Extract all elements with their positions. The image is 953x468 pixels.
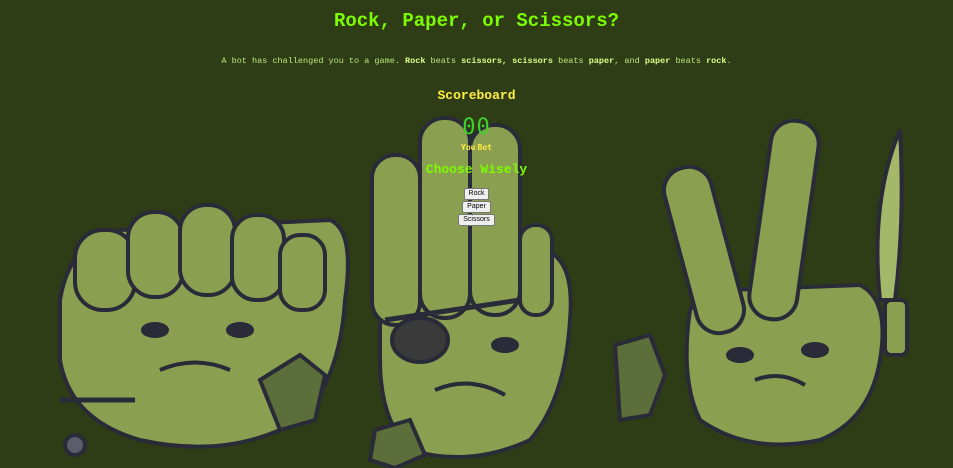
game-panel: Rock, Paper, or Scissors? A bot has chal…	[0, 0, 953, 226]
you-score: 0	[462, 115, 477, 140]
scoreboard-heading: Scoreboard	[437, 88, 516, 103]
intro-bold-paper-2: paper	[644, 56, 671, 66]
bot-label: Bot	[477, 143, 492, 152]
intro-text: A bot has challenged you to a game.	[221, 56, 406, 66]
choose-heading: Choose Wisely	[425, 162, 528, 177]
rock-fist-character	[58, 203, 350, 457]
score-values: 00	[0, 117, 953, 139]
intro-text: beats	[670, 56, 707, 66]
page-title: Rock, Paper, or Scissors?	[333, 10, 620, 32]
game-intro: A bot has challenged you to a game. Rock…	[0, 56, 953, 66]
intro-text: , and	[614, 56, 645, 66]
bot-score: 0	[476, 115, 491, 140]
intro-bold-rock-2: rock	[706, 56, 727, 66]
intro-text: beats	[553, 56, 589, 66]
intro-bold-paper: paper	[588, 56, 615, 66]
intro-text: beats	[425, 56, 462, 66]
choice-buttons: Rock Paper Scissors	[0, 188, 953, 226]
intro-bold-scissors: scissors, scissors	[461, 56, 553, 66]
score-labels: You Bot	[0, 143, 953, 152]
rock-button[interactable]: Rock	[463, 188, 490, 200]
intro-text: .	[726, 56, 732, 66]
paper-button[interactable]: Paper	[462, 201, 491, 213]
you-label: You	[461, 143, 476, 152]
intro-bold-rock: Rock	[405, 56, 426, 66]
scissors-button[interactable]: Scissors	[458, 214, 495, 226]
